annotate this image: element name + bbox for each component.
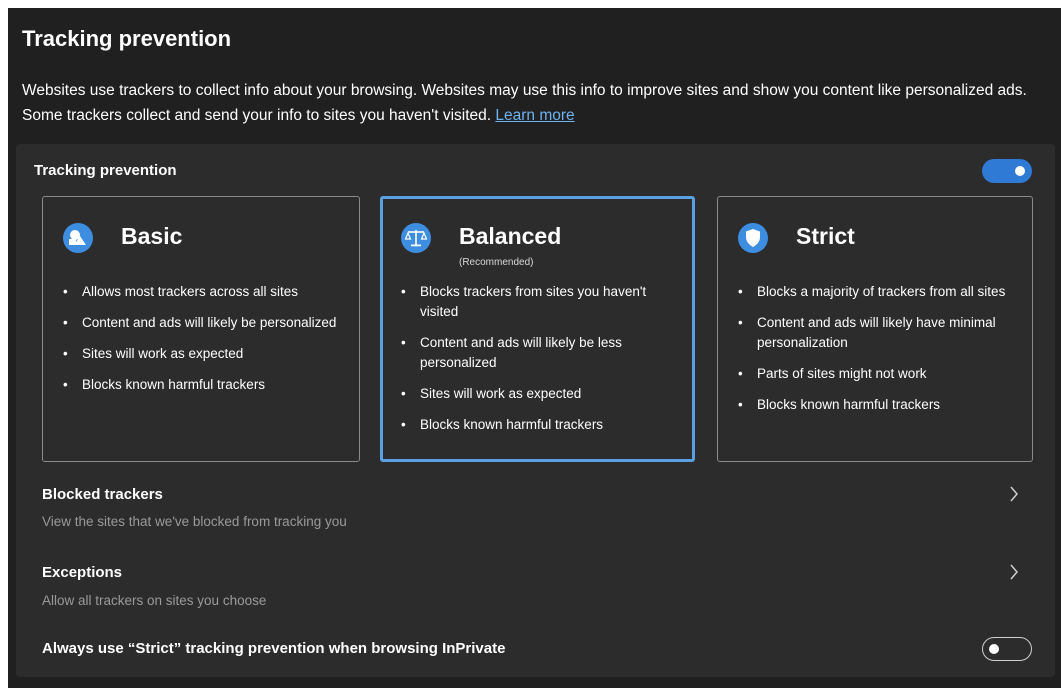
- card-bullet: Blocks trackers from sites you haven't v…: [401, 282, 681, 322]
- page-title: Tracking prevention: [22, 26, 232, 51]
- shield-icon: [738, 223, 768, 253]
- chevron-right-icon: [1009, 486, 1019, 507]
- settings-page: Tracking prevention Websites use tracker…: [8, 8, 1061, 688]
- card-bullets: Blocks a majority of trackers from all s…: [738, 282, 1028, 426]
- card-bullets: Blocks trackers from sites you haven't v…: [401, 282, 681, 446]
- card-bullet: Allows most trackers across all sites: [63, 282, 353, 302]
- page-description: Websites use trackers to collect info ab…: [22, 78, 1052, 128]
- card-title: Balanced: [459, 223, 562, 249]
- card-balanced[interactable]: Balanced (Recommended) Blocks trackers f…: [380, 196, 695, 462]
- learn-more-link[interactable]: Learn more: [495, 107, 574, 124]
- card-bullet: Blocks known harmful trackers: [401, 415, 681, 435]
- card-basic[interactable]: Basic Allows most trackers across all si…: [42, 196, 360, 462]
- blocked-trackers-subtitle: View the sites that we've blocked from t…: [42, 514, 347, 529]
- chevron-right-icon: [1009, 564, 1019, 585]
- blocked-trackers-title: Blocked trackers: [42, 486, 163, 503]
- basic-shapes-icon: [63, 223, 93, 253]
- card-bullet: Sites will work as expected: [63, 344, 353, 364]
- exceptions-title: Exceptions: [42, 564, 123, 581]
- card-subtitle: (Recommended): [459, 257, 534, 268]
- tracking-prevention-label: Tracking prevention: [34, 162, 177, 179]
- card-strict[interactable]: Strict Blocks a majority of trackers fro…: [717, 196, 1033, 462]
- toggle-knob: [1015, 166, 1025, 176]
- card-bullets: Allows most trackers across all sites Co…: [63, 282, 353, 406]
- card-bullet: Content and ads will likely be personali…: [63, 313, 353, 333]
- inprivate-strict-toggle[interactable]: [982, 637, 1032, 661]
- card-bullet: Blocks known harmful trackers: [63, 375, 353, 395]
- inprivate-strict-label: Always use “Strict” tracking prevention …: [42, 640, 506, 657]
- tracking-prevention-toggle[interactable]: [982, 159, 1032, 183]
- blocked-trackers-row[interactable]: [34, 482, 1047, 538]
- card-bullet: Content and ads will likely have minimal…: [738, 313, 1028, 353]
- exceptions-subtitle: Allow all trackers on sites you choose: [42, 593, 267, 608]
- card-bullet: Content and ads will likely be less pers…: [401, 333, 681, 373]
- card-bullet: Sites will work as expected: [401, 384, 681, 404]
- toggle-knob: [989, 643, 999, 654]
- card-title: Strict: [796, 223, 855, 249]
- card-bullet: Parts of sites might not work: [738, 364, 1028, 384]
- balance-scale-icon: [401, 223, 431, 253]
- card-bullet: Blocks a majority of trackers from all s…: [738, 282, 1028, 302]
- card-bullet: Blocks known harmful trackers: [738, 395, 1028, 415]
- card-title: Basic: [121, 223, 183, 249]
